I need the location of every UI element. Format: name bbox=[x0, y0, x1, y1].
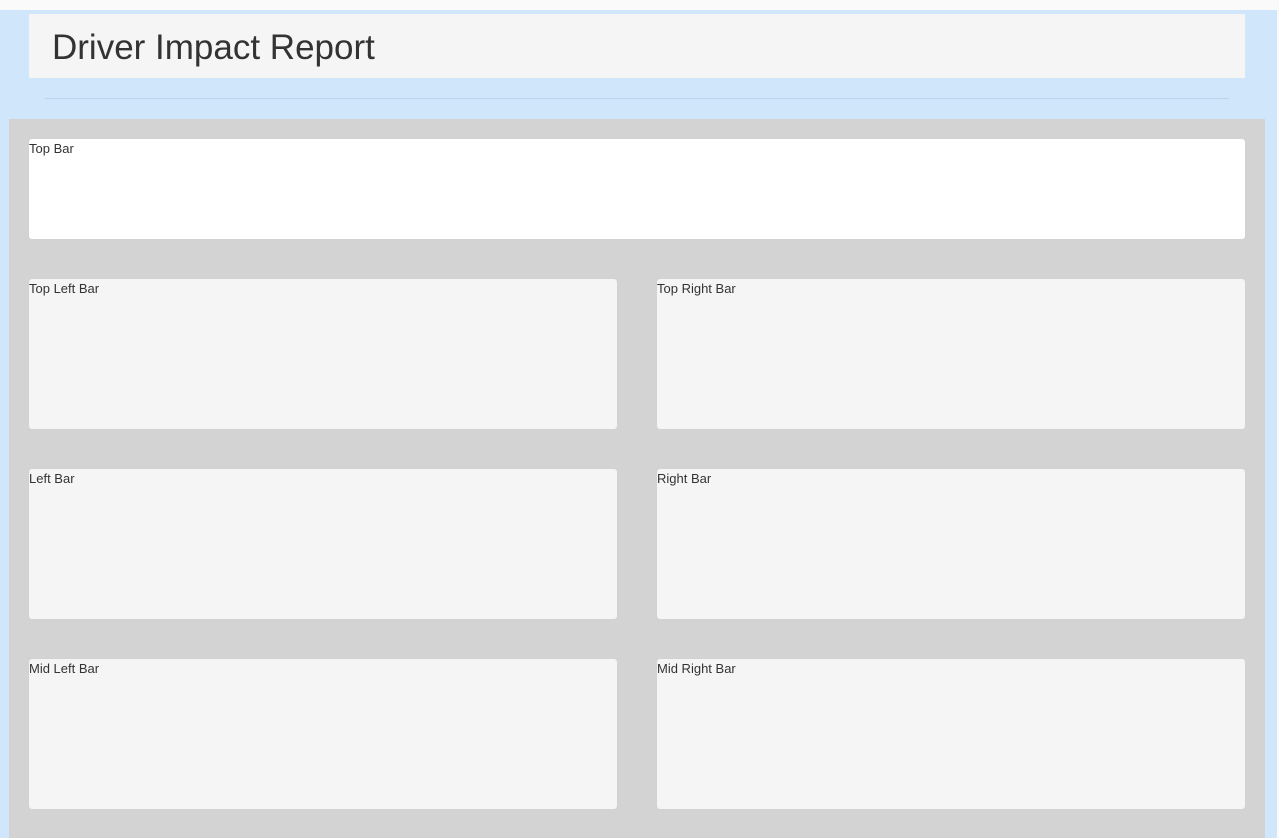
right-bar-label: Right Bar bbox=[657, 471, 712, 486]
top-left-bar-label: Top Left Bar bbox=[29, 281, 100, 296]
header-divider bbox=[45, 98, 1229, 99]
top-right-bar-panel: Top Right Bar bbox=[657, 279, 1245, 429]
dashboard-content: Top Bar Top Left Bar Top Right Bar Left … bbox=[9, 119, 1265, 838]
report-frame: Driver Impact Report Top Bar Top Left Ba… bbox=[0, 10, 1277, 838]
mid-right-bar-panel: Mid Right Bar bbox=[657, 659, 1245, 809]
top-bar-label: Top Bar bbox=[29, 141, 74, 156]
mid-left-bar-label: Mid Left Bar bbox=[29, 661, 100, 676]
top-right-bar-label: Top Right Bar bbox=[657, 281, 736, 296]
left-bar-panel: Left Bar bbox=[29, 469, 617, 619]
top-bar-panel: Top Bar bbox=[29, 139, 1245, 239]
report-header: Driver Impact Report bbox=[29, 14, 1245, 78]
mid-left-bar-panel: Mid Left Bar bbox=[29, 659, 617, 809]
page-title: Driver Impact Report bbox=[52, 28, 375, 67]
top-left-bar-panel: Top Left Bar bbox=[29, 279, 617, 429]
right-bar-panel: Right Bar bbox=[657, 469, 1245, 619]
left-bar-label: Left Bar bbox=[29, 471, 75, 486]
mid-right-bar-label: Mid Right Bar bbox=[657, 661, 736, 676]
